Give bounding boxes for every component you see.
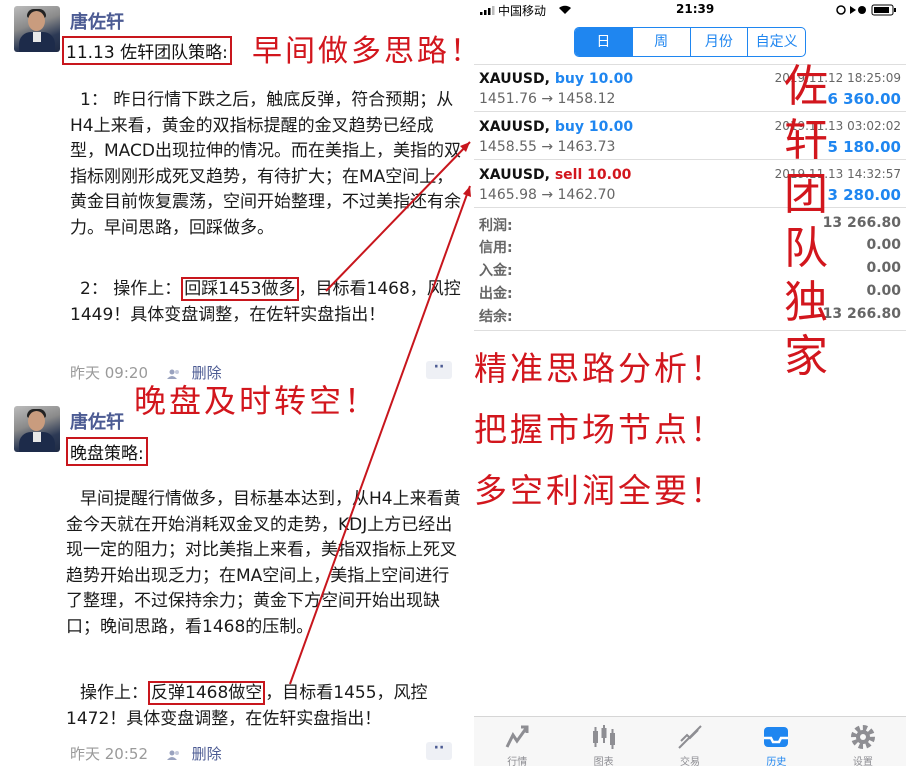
history-icon bbox=[764, 727, 789, 747]
post-body-para2: 操作上： 反弹1468做空 ，目标看1455，风控1472！具体变盘调整，在佐轩实盘… bbox=[66, 681, 461, 732]
trade-prices: 1458.55 → 1463.73 bbox=[479, 139, 616, 155]
annotation-morning: 早间做多思路！ bbox=[252, 34, 483, 69]
trade-side: buy 10.00 bbox=[554, 71, 634, 87]
summary-label: 利润: bbox=[479, 218, 513, 234]
trade-symbol: XAUUSD, bbox=[479, 71, 550, 87]
bottom-tab-bar: 行情 图表 交易 历史 设置 bbox=[474, 716, 906, 768]
post-text: 2： 操作上： bbox=[80, 279, 182, 299]
post-body-para2: 2： 操作上： 回踩1453做多 ，目标看1468，风控1449！具体变盘调整，在佐… bbox=[70, 277, 465, 328]
annotation-char: 独 bbox=[784, 277, 828, 328]
tab-label: 历史 bbox=[766, 757, 787, 768]
avatar[interactable] bbox=[14, 406, 60, 452]
summary-value: 0.00 bbox=[866, 283, 901, 299]
trade-prices: 1465.98 → 1462.70 bbox=[479, 187, 616, 203]
tab-label: 设置 bbox=[852, 757, 873, 768]
post-time: 昨天 20:52 bbox=[70, 745, 148, 763]
highlight-long-entry: 回踩1453做多 bbox=[181, 277, 299, 301]
carrier-name: 中国移动 bbox=[498, 4, 547, 18]
summary-balance: 结余: 13 266.80 bbox=[479, 306, 901, 326]
summary-withdrawal: 出金: 0.00 bbox=[479, 283, 901, 303]
tab-chart[interactable]: 图表 bbox=[560, 717, 646, 768]
more-options-button[interactable]: ·· bbox=[426, 741, 452, 760]
period-segmented-control: 日 周 月份 自定义 bbox=[574, 27, 806, 57]
visibility-icon bbox=[166, 750, 179, 760]
post-author[interactable]: 唐佐轩 bbox=[70, 8, 124, 34]
post-body-para1: 1： 昨日行情下跌之后，触底反弹，符合预期；从H4上来看，黄金的双指标提醒的金叉… bbox=[70, 90, 461, 238]
battery-icon bbox=[836, 4, 896, 16]
signal-icon bbox=[480, 6, 495, 15]
post-text: 操作上： bbox=[80, 683, 148, 703]
trade-profit: 5 180.00 bbox=[827, 138, 901, 156]
annotation-char: 轩 bbox=[784, 115, 828, 166]
summary-deposit: 入金: 0.00 bbox=[479, 260, 901, 280]
trade-row[interactable]: XAUUSD, buy 10.00 2019.11.12 18:25:09 14… bbox=[474, 64, 906, 112]
trade-icon bbox=[678, 725, 702, 749]
wifi-icon bbox=[559, 5, 571, 14]
annotation-char: 家 bbox=[784, 331, 828, 382]
annotation-evening: 晚盘及时转空！ bbox=[134, 382, 380, 420]
annotation-char: 团 bbox=[784, 169, 828, 220]
tab-label: 交易 bbox=[680, 757, 701, 768]
segment-month[interactable]: 月份 bbox=[689, 28, 748, 56]
summary-label: 出金: bbox=[479, 286, 513, 302]
trade-side: buy 10.00 bbox=[554, 119, 634, 135]
divider bbox=[474, 330, 906, 331]
trade-symbol: XAUUSD, bbox=[479, 119, 550, 135]
annotation-vertical: 佐 轩 团 队 独 家 bbox=[776, 60, 836, 384]
slogan-2: 把握市场节点！ bbox=[474, 410, 726, 449]
status-bar: 中国移动 21:39 bbox=[480, 2, 900, 20]
summary-label: 信用: bbox=[479, 240, 513, 256]
tab-history[interactable]: 历史 bbox=[733, 717, 819, 768]
summary-value: 0.00 bbox=[866, 260, 901, 276]
post-author[interactable]: 唐佐轩 bbox=[70, 408, 124, 434]
trade-row[interactable]: XAUUSD, buy 10.00 2019.11.13 03:02:02 14… bbox=[474, 112, 906, 160]
annotation-char: 佐 bbox=[784, 61, 828, 112]
summary-value: 0.00 bbox=[866, 237, 901, 253]
status-clock: 21:39 bbox=[676, 2, 715, 16]
summary-credit: 信用: 0.00 bbox=[479, 237, 901, 257]
trade-row[interactable]: XAUUSD, sell 10.00 2019.11.13 14:32:57 1… bbox=[474, 160, 906, 208]
annotation-char: 队 bbox=[784, 223, 828, 274]
tab-label: 行情 bbox=[507, 757, 528, 768]
chart-icon bbox=[592, 725, 615, 749]
trade-side: sell 10.00 bbox=[554, 167, 632, 183]
slogan-1: 精准思路分析！ bbox=[474, 349, 726, 388]
trade-profit: 3 280.00 bbox=[827, 186, 901, 204]
segment-custom[interactable]: 自定义 bbox=[747, 28, 805, 56]
quotes-icon bbox=[505, 725, 529, 748]
avatar[interactable] bbox=[14, 6, 60, 52]
summary-label: 结余: bbox=[479, 309, 513, 325]
more-options-button[interactable]: ·· bbox=[426, 360, 452, 379]
delete-link[interactable]: 删除 bbox=[192, 745, 222, 763]
tab-settings[interactable]: 设置 bbox=[820, 717, 906, 768]
post-meta: 昨天 20:52 删除 bbox=[70, 743, 222, 764]
summary-label: 入金: bbox=[479, 263, 513, 279]
trade-prices: 1451.76 → 1458.12 bbox=[479, 91, 616, 107]
tab-quotes[interactable]: 行情 bbox=[474, 717, 560, 768]
tab-label: 图表 bbox=[593, 757, 614, 768]
segment-week[interactable]: 周 bbox=[631, 28, 690, 56]
post-title: 11.13 佐轩团队策略: bbox=[62, 36, 232, 65]
segment-day[interactable]: 日 bbox=[575, 28, 632, 56]
settings-icon bbox=[850, 725, 875, 749]
post-body-para1: 早间提醒行情做多，目标基本达到，从H4上来看黄金今天就在开始消耗双金叉的走势，K… bbox=[66, 489, 461, 637]
post-title: 晚盘策略: bbox=[66, 437, 148, 466]
trade-profit: 6 360.00 bbox=[827, 90, 901, 108]
tab-trade[interactable]: 交易 bbox=[647, 717, 733, 768]
slogan-3: 多空利润全要！ bbox=[474, 471, 726, 510]
summary-profit: 利润: 13 266.80 bbox=[479, 215, 901, 235]
highlight-short-entry: 反弹1468做空 bbox=[148, 681, 266, 705]
trade-symbol: XAUUSD, bbox=[479, 167, 550, 183]
